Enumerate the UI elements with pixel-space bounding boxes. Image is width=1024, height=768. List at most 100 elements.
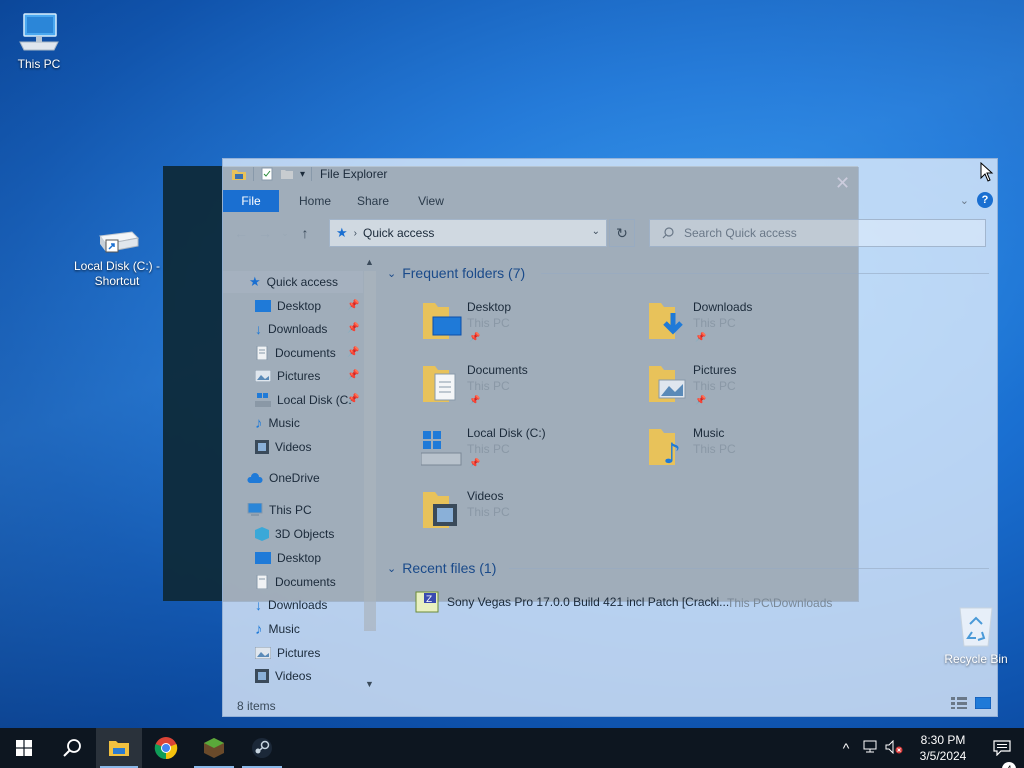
qa-dropdown-icon[interactable]: ▾ [300, 169, 305, 180]
nav-pc-pictures[interactable]: Pictures [255, 642, 363, 664]
expand-ribbon-icon[interactable]: ⌄ [960, 194, 969, 207]
system-tray: ^ 8:30 PM 3/5/2024 4 [834, 728, 1024, 768]
pin-icon: 📌 [695, 332, 707, 342]
svg-text:♪: ♪ [663, 437, 681, 467]
nav-qa-music[interactable]: ♪ Music [255, 412, 363, 434]
properties-icon[interactable] [260, 167, 274, 181]
desktop-icon-label: Local Disk (C:) - Shortcut [74, 259, 161, 288]
search-button[interactable] [48, 728, 96, 768]
folder-location: This PC [467, 379, 510, 393]
desktop-icon-this-pc[interactable]: This PC [0, 10, 82, 72]
back-button[interactable]: ← [229, 225, 253, 241]
folder-icon [232, 170, 246, 180]
collapse-chevron-icon: ⌄ [387, 267, 397, 280]
scroll-up-icon[interactable]: ▲ [365, 257, 374, 267]
file-explorer-window[interactable]: ▾ File Explorer ✕ File Home Share View ⌄… [222, 158, 998, 717]
recent-locations-icon[interactable]: ⌄ [277, 228, 293, 239]
nav-qa-videos[interactable]: Videos [255, 436, 363, 458]
pin-icon: 📌 [469, 395, 481, 405]
nav-pc-videos[interactable]: Videos [255, 665, 363, 687]
folder-tile-pictures[interactable]: Pictures This PC 📌 [647, 362, 847, 422]
address-dropdown-icon[interactable]: ⌄ [592, 226, 600, 237]
taskbar: ^ 8:30 PM 3/5/2024 4 [0, 728, 1024, 768]
music-folder-icon: ♪ [649, 429, 681, 467]
documents-icon [256, 346, 268, 360]
new-folder-icon[interactable] [280, 167, 294, 181]
desktop-folder-icon [423, 303, 462, 339]
nav-label: Pictures [277, 369, 321, 383]
folder-location: This PC [693, 316, 736, 330]
taskbar-chrome[interactable] [142, 728, 190, 768]
breadcrumb-quick-access[interactable]: Quick access [363, 226, 434, 240]
tab-file[interactable]: File [223, 190, 279, 212]
breadcrumb-chevron-icon[interactable]: › [354, 228, 357, 239]
clock[interactable]: 8:30 PM 3/5/2024 [906, 732, 980, 764]
speaker-x-icon [885, 739, 903, 754]
tab-home[interactable]: Home [293, 194, 337, 208]
scroll-thumb[interactable] [364, 271, 376, 631]
this-pc-icon [19, 13, 59, 51]
large-icons-view-icon[interactable] [975, 697, 991, 709]
taskbar-minecraft[interactable] [190, 728, 238, 768]
star-icon: ★ [249, 274, 261, 289]
volume-muted-icon[interactable] [882, 739, 906, 757]
search-input[interactable]: Search Quick access [649, 219, 986, 247]
download-arrow-icon: ↓ [255, 321, 262, 337]
pin-icon: 📌 [347, 347, 360, 358]
folder-location: This PC [693, 442, 736, 456]
action-center-button[interactable]: 4 [980, 740, 1024, 768]
folder-tile-music[interactable]: ♪ Music This PC [647, 425, 847, 485]
nav-label: Downloads [268, 322, 328, 336]
search-icon [662, 227, 674, 239]
scroll-down-icon[interactable]: ▼ [365, 679, 374, 689]
taskbar-steam[interactable] [238, 728, 286, 768]
help-icon[interactable]: ? [977, 192, 993, 208]
desktop-icon-label: Recycle Bin [944, 652, 1008, 666]
recycle-bin-icon [959, 607, 993, 647]
navigation-pane: ★ Quick access Desktop 📌 ↓ Downloads 📌 D… [223, 255, 377, 693]
desktop-icon-local-disk-shortcut[interactable]: Local Disk (C:) - Shortcut [74, 226, 160, 289]
folder-tile-videos[interactable]: Videos This PC [421, 488, 621, 548]
up-button[interactable]: ↑ [293, 225, 317, 241]
nav-label: Music [268, 622, 300, 636]
nav-pc-3d-objects[interactable]: 3D Objects [255, 523, 363, 545]
music-note-icon: ♪ [255, 620, 263, 638]
pin-icon: 📌 [347, 394, 360, 405]
tab-share[interactable]: Share [351, 194, 395, 208]
address-bar[interactable]: ★ › Quick access ⌄ [329, 219, 607, 247]
show-hidden-icons-icon[interactable]: ^ [834, 740, 858, 756]
recent-files-header[interactable]: ⌄ Recent files (1) [387, 560, 496, 576]
clock-date: 3/5/2024 [919, 749, 967, 763]
nav-label: Documents [275, 346, 336, 360]
notification-icon [993, 740, 1011, 756]
desktop-icon-recycle-bin[interactable]: Recycle Bin [940, 602, 1012, 666]
folder-tile-documents[interactable]: Documents This PC 📌 [421, 362, 621, 422]
pictures-folder-icon [649, 366, 686, 402]
forward-button[interactable]: → [253, 225, 277, 241]
nav-pc-documents[interactable]: Documents [255, 571, 363, 593]
nav-pc-music[interactable]: ♪ Music [255, 618, 363, 640]
folder-tile-desktop[interactable]: Desktop This PC 📌 [421, 299, 621, 359]
nav-pc-downloads[interactable]: ↓ Downloads [255, 594, 363, 616]
nav-onedrive[interactable]: OneDrive [247, 467, 363, 489]
recent-file-row[interactable]: Z Sony Vegas Pro 17.0.0 Build 421 incl P… [415, 591, 729, 613]
nav-pane-scrollbar[interactable]: ▲ ▼ [362, 255, 378, 693]
refresh-button[interactable]: ↻ [609, 219, 635, 247]
folder-tile-downloads[interactable]: Downloads This PC 📌 [647, 299, 847, 359]
taskbar-file-explorer[interactable] [96, 728, 142, 768]
details-view-icon[interactable] [951, 697, 967, 709]
documents-icon [256, 575, 268, 589]
pin-icon: 📌 [695, 395, 707, 405]
nav-quick-access[interactable]: ★ Quick access [223, 271, 363, 293]
nav-pc-desktop[interactable]: Desktop [255, 547, 363, 569]
nav-this-pc[interactable]: This PC [247, 499, 363, 521]
pin-icon: 📌 [347, 370, 360, 381]
folder-name: Desktop [467, 300, 512, 314]
frequent-folders-header[interactable]: ⌄ Frequent folders (7) [387, 265, 525, 281]
title-bar[interactable]: ▾ File Explorer ✕ [223, 159, 997, 193]
folder-tile-local-disk[interactable]: Local Disk (C:) This PC 📌 [421, 425, 621, 485]
pin-icon: 📌 [469, 332, 481, 342]
network-icon[interactable] [858, 740, 882, 757]
tab-view[interactable]: View [409, 194, 453, 208]
start-button[interactable] [0, 728, 48, 768]
